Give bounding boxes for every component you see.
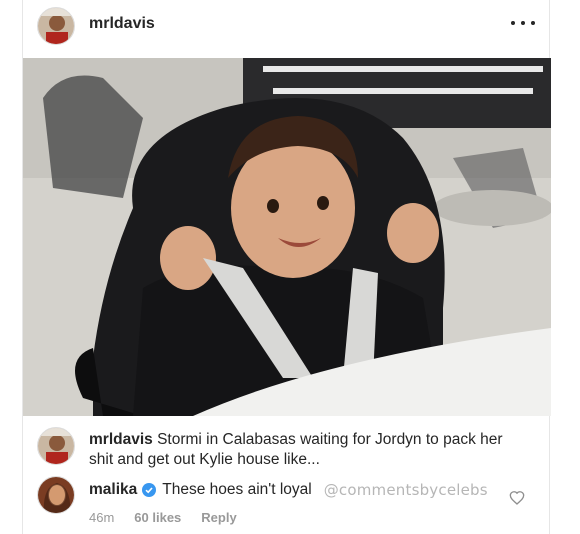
watermark: @commentsbycelebs [323,481,488,499]
post-header: mrldavis [23,0,551,58]
caption-avatar[interactable] [37,427,75,465]
comment-row: malika These hoes ain't loyal @commentsb… [23,470,551,534]
commenter-username[interactable]: malika [89,480,137,500]
heart-outline-icon[interactable] [509,490,525,506]
more-options-icon[interactable] [511,14,535,32]
commenter-avatar[interactable] [37,476,75,514]
comment-meta: 46m 60 likes Reply [89,510,257,525]
caption-row: mrldavis Stormi in Calabasas waiting for… [23,418,551,470]
reply-button[interactable]: Reply [201,510,236,525]
author-avatar[interactable] [37,7,75,45]
comment-likes[interactable]: 60 likes [134,510,181,525]
post-media[interactable] [23,58,551,416]
author-username[interactable]: mrldavis [89,15,155,33]
instagram-post-card: mrldavis mrldavis Stormi in Calabasas wa… [22,0,551,534]
caption: mrldavis Stormi in Calabasas waiting for… [89,430,529,470]
caption-username[interactable]: mrldavis [89,431,153,448]
comment-line: malika These hoes ain't loyal @commentsb… [89,480,488,500]
comment-text: These hoes ain't loyal [162,481,312,498]
comment-time: 46m [89,510,115,525]
verified-badge-icon [142,483,157,497]
